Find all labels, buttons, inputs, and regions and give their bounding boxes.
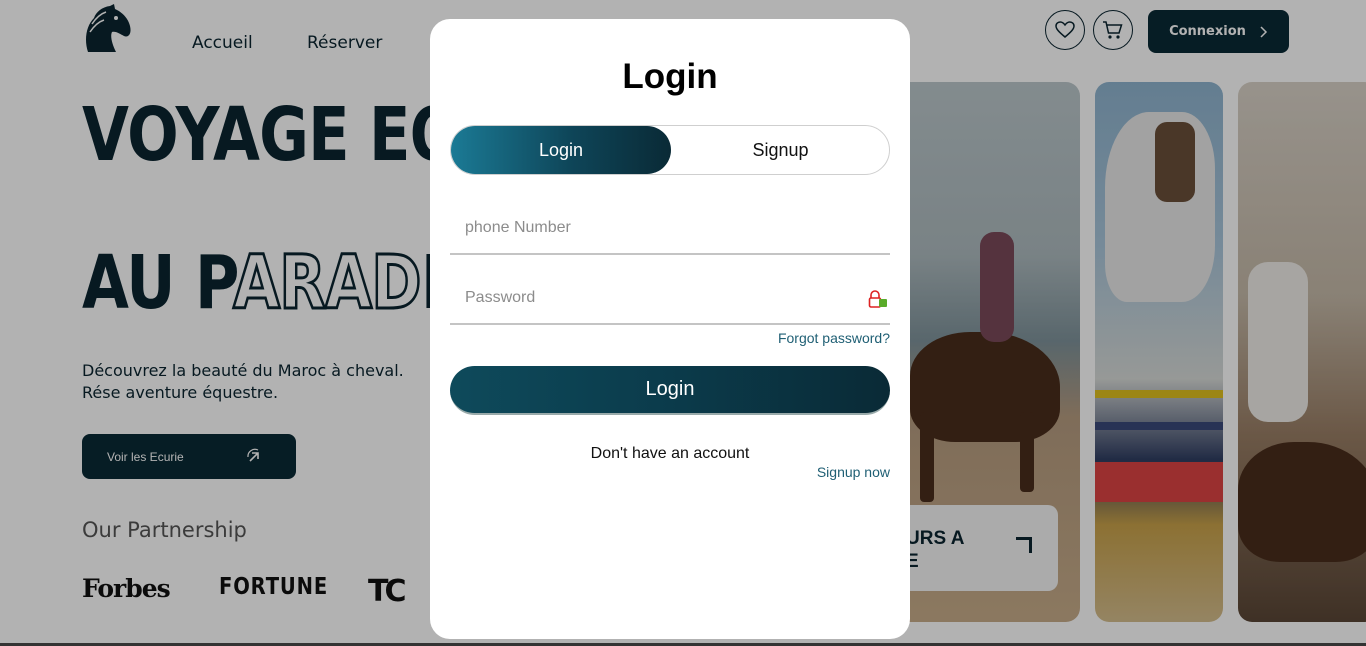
password-manager-icon[interactable]	[868, 290, 888, 308]
password-field-wrapper	[450, 273, 890, 325]
phone-field-wrapper	[450, 203, 890, 255]
login-button[interactable]: Login	[450, 366, 890, 415]
password-input[interactable]	[450, 273, 890, 323]
tab-signup[interactable]: Signup	[671, 126, 890, 174]
login-modal: Login Login Signup Forgot password? Logi…	[430, 19, 910, 639]
modal-title: Login	[622, 57, 718, 96]
signup-now-link[interactable]: Signup now	[817, 464, 890, 480]
no-account-text: Don't have an account	[590, 445, 750, 462]
phone-input[interactable]	[450, 203, 890, 253]
auth-toggle: Login Signup	[450, 125, 890, 175]
tab-login[interactable]: Login	[451, 126, 671, 174]
forgot-password-link[interactable]: Forgot password?	[778, 330, 890, 346]
